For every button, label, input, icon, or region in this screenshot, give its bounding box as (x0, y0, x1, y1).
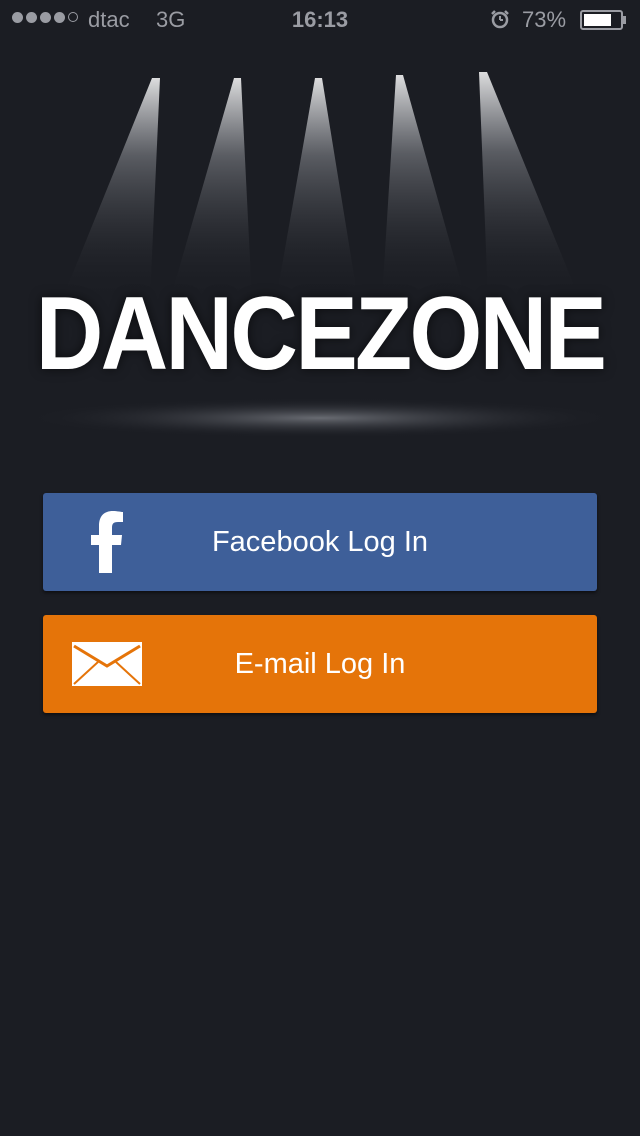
facebook-icon (91, 511, 123, 573)
battery-percentage: 73% (522, 7, 567, 32)
alarm-icon (491, 10, 509, 29)
envelope-icon (72, 642, 142, 686)
battery-icon (580, 10, 626, 30)
app-logo: DANCEZONE (35, 276, 607, 392)
spotlights-graphic (20, 72, 620, 438)
facebook-login-button[interactable]: Facebook Log In (43, 493, 597, 591)
status-bar: dtac 3G 16:13 73% (0, 0, 640, 40)
email-login-button[interactable]: E-mail Log In (43, 615, 597, 713)
login-screen: dtac 3G 16:13 73% DANCEZONE Facebook Log… (0, 0, 640, 1136)
